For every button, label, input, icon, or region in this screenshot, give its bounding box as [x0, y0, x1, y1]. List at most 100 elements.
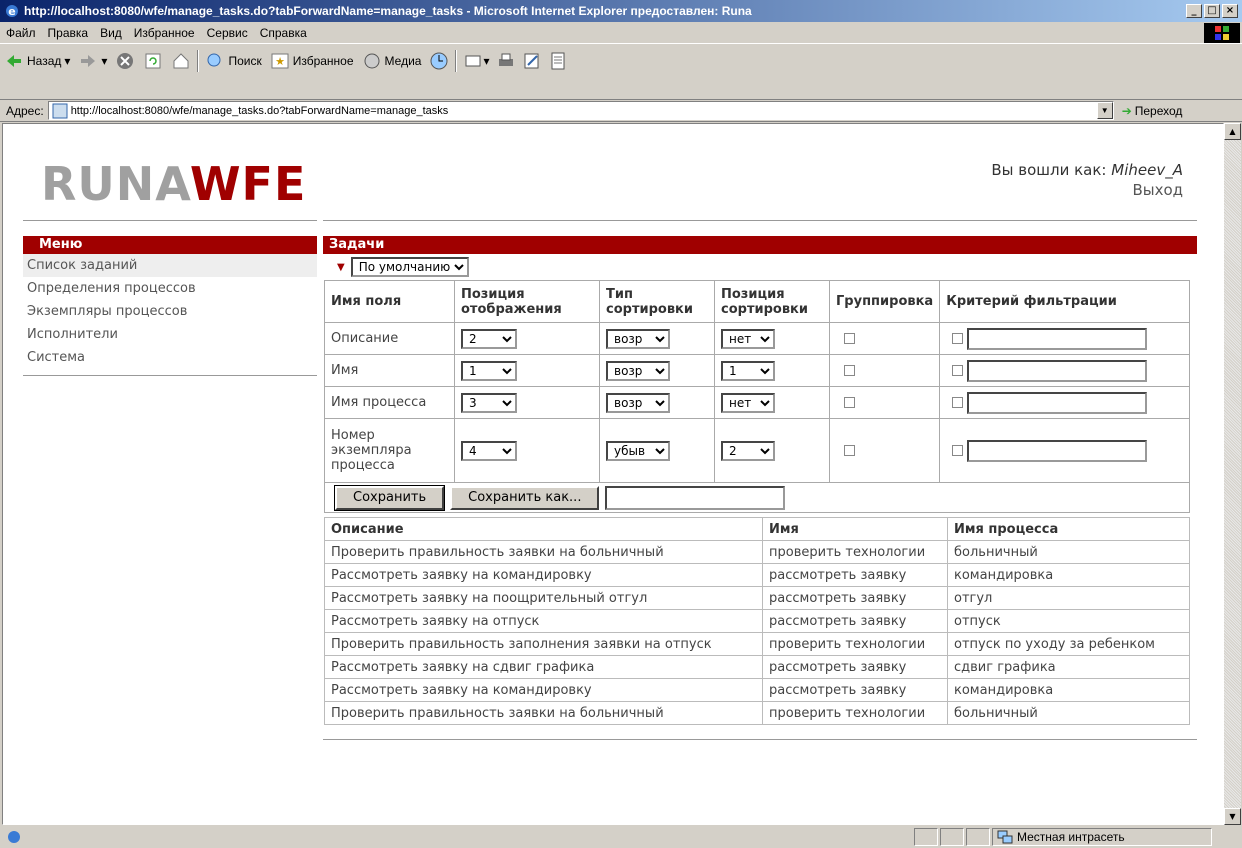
logout-link[interactable]: Выход: [991, 180, 1183, 200]
task-description[interactable]: Рассмотреть заявку на сдвиг графика: [324, 655, 763, 679]
search-button[interactable]: Поиск: [205, 51, 262, 71]
menu-item-process-definitions[interactable]: Определения процессов: [23, 277, 317, 300]
task-name[interactable]: проверить технологии: [762, 632, 948, 656]
scroll-down-button[interactable]: ▼: [1224, 808, 1241, 825]
favorites-button[interactable]: ★ Избранное: [270, 51, 354, 71]
minimize-button[interactable]: _: [1186, 4, 1202, 18]
table-row[interactable]: Рассмотреть заявку на командировку рассмо…: [324, 563, 1190, 587]
table-row[interactable]: Рассмотреть заявку на отпуск рассмотреть …: [324, 609, 1190, 633]
column-header[interactable]: Описание: [324, 517, 763, 541]
media-button[interactable]: Медиа: [362, 51, 421, 71]
group-checkbox[interactable]: [844, 445, 855, 456]
task-description[interactable]: Рассмотреть заявку на командировку: [324, 563, 763, 587]
filter-input[interactable]: [967, 327, 1148, 350]
menu-help[interactable]: Справка: [260, 26, 307, 40]
chevron-down-icon[interactable]: ▾: [101, 54, 107, 68]
task-description[interactable]: Рассмотреть заявку на отпуск: [324, 609, 763, 633]
sort-position-select[interactable]: нет: [721, 392, 775, 413]
history-icon[interactable]: [429, 51, 449, 71]
save-button[interactable]: Сохранить: [333, 484, 446, 511]
task-description[interactable]: Рассмотреть заявку на командировку: [324, 678, 763, 702]
task-name[interactable]: рассмотреть заявку: [762, 655, 948, 679]
table-row[interactable]: Проверить правильность заявки на больнич…: [324, 540, 1190, 564]
task-process-name[interactable]: отпуск: [947, 609, 1190, 633]
task-process-name[interactable]: отпуск по уходу за ребенком: [947, 632, 1190, 656]
task-name[interactable]: рассмотреть заявку: [762, 563, 948, 587]
task-name[interactable]: рассмотреть заявку: [762, 586, 948, 610]
sort-position-select[interactable]: 2: [721, 440, 775, 461]
save-as-name-input[interactable]: [605, 485, 786, 510]
sort-type-select[interactable]: убыв: [606, 440, 670, 461]
filter-checkbox[interactable]: [952, 445, 964, 456]
home-icon[interactable]: [171, 51, 191, 71]
table-row[interactable]: Рассмотреть заявку на сдвиг графика рассм…: [324, 655, 1190, 679]
sort-type-select[interactable]: возр: [606, 328, 670, 349]
filter-input[interactable]: [967, 391, 1148, 414]
chevron-down-icon[interactable]: ▾: [64, 54, 70, 68]
chevron-down-icon[interactable]: ▾: [483, 54, 489, 68]
group-checkbox[interactable]: [844, 333, 855, 344]
scroll-up-button[interactable]: ▲: [1224, 123, 1241, 140]
menu-file[interactable]: Файл: [6, 26, 36, 40]
table-row[interactable]: Рассмотреть заявку на поощрительный отгу…: [324, 586, 1190, 610]
task-description[interactable]: Проверить правильность заявки на больнич…: [324, 701, 763, 725]
menu-item-system[interactable]: Система: [23, 346, 317, 369]
task-process-name[interactable]: командировка: [947, 563, 1190, 587]
display-position-select[interactable]: 2: [461, 328, 517, 349]
menu-view[interactable]: Вид: [100, 26, 122, 40]
task-process-name[interactable]: командировка: [947, 678, 1190, 702]
table-row[interactable]: Проверить правильность заполнения заявки…: [324, 632, 1190, 656]
group-checkbox[interactable]: [844, 397, 855, 408]
task-name[interactable]: рассмотреть заявку: [762, 609, 948, 633]
preset-select[interactable]: По умолчанию: [350, 257, 469, 277]
table-row[interactable]: Рассмотреть заявку на командировку рассмо…: [324, 678, 1190, 702]
collapse-triangle-icon[interactable]: ▼: [337, 262, 345, 273]
task-process-name[interactable]: сдвиг графика: [947, 655, 1190, 679]
column-header[interactable]: Имя: [762, 517, 948, 541]
print-icon[interactable]: [496, 51, 516, 71]
display-position-select[interactable]: 4: [461, 440, 517, 461]
address-input[interactable]: http://localhost:8080/wfe/manage_tasks.d…: [47, 101, 1114, 120]
save-as-button[interactable]: Сохранить как...: [450, 485, 600, 510]
table-row[interactable]: Проверить правильность заявки на больнич…: [324, 701, 1190, 725]
go-button[interactable]: ➔ Переход: [1122, 104, 1183, 118]
edit-icon[interactable]: [522, 51, 542, 71]
forward-button[interactable]: ▾: [78, 51, 107, 71]
menu-tools[interactable]: Сервис: [207, 26, 248, 40]
task-process-name[interactable]: больничный: [947, 540, 1190, 564]
menu-item-executors[interactable]: Исполнители: [23, 323, 317, 346]
menu-item-tasks[interactable]: Список заданий: [23, 254, 317, 277]
refresh-icon[interactable]: [143, 51, 163, 71]
filter-checkbox[interactable]: [952, 397, 964, 408]
back-button[interactable]: Назад ▾: [4, 51, 70, 71]
task-name[interactable]: проверить технологии: [762, 701, 948, 725]
sort-type-select[interactable]: возр: [606, 392, 670, 413]
task-name[interactable]: проверить технологии: [762, 540, 948, 564]
filter-input[interactable]: [967, 439, 1148, 462]
stop-icon[interactable]: [115, 51, 135, 71]
column-header[interactable]: Имя процесса: [947, 517, 1190, 541]
task-description[interactable]: Проверить правильность заполнения заявки…: [324, 632, 763, 656]
task-description[interactable]: Рассмотреть заявку на поощрительный отгу…: [324, 586, 763, 610]
sort-position-select[interactable]: 1: [721, 360, 775, 381]
filter-checkbox[interactable]: [952, 333, 964, 344]
close-button[interactable]: ×: [1222, 4, 1238, 18]
sort-position-select[interactable]: нет: [721, 328, 775, 349]
task-process-name[interactable]: больничный: [947, 701, 1190, 725]
sort-type-select[interactable]: возр: [606, 360, 670, 381]
task-description[interactable]: Проверить правильность заявки на больнич…: [324, 540, 763, 564]
menu-item-process-instances[interactable]: Экземпляры процессов: [23, 300, 317, 323]
task-process-name[interactable]: отгул: [947, 586, 1190, 610]
display-position-select[interactable]: 3: [461, 392, 517, 413]
vertical-scrollbar[interactable]: ▲ ▼: [1224, 123, 1241, 825]
menu-favorites[interactable]: Избранное: [134, 26, 195, 40]
maximize-button[interactable]: □: [1204, 4, 1220, 18]
group-checkbox[interactable]: [844, 365, 855, 376]
mail-icon[interactable]: [463, 51, 483, 71]
document-icon[interactable]: [548, 51, 568, 71]
menu-edit[interactable]: Правка: [48, 26, 89, 40]
filter-input[interactable]: [967, 359, 1148, 382]
address-dropdown-button[interactable]: ▼: [1096, 102, 1113, 119]
filter-checkbox[interactable]: [952, 365, 964, 376]
task-name[interactable]: рассмотреть заявку: [762, 678, 948, 702]
